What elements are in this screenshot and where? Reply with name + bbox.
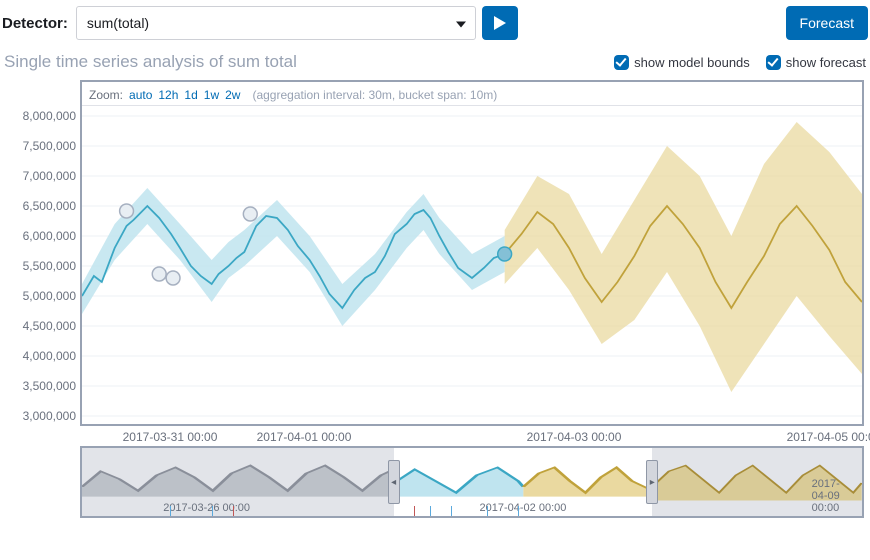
nav-anomaly-ticks [394, 502, 653, 516]
x-tick: 2017-04-05 00:00 [787, 430, 870, 444]
anomaly-marker[interactable] [152, 267, 166, 281]
nav-handle-left[interactable]: ◂ [388, 460, 400, 504]
range-navigator[interactable]: 2017-03-26 00:00 2017-04-02 00:00 [80, 446, 864, 518]
nav-segment-past: 2017-03-26 00:00 [80, 446, 394, 518]
forecast-bounds-band [505, 122, 862, 392]
zoom-auto[interactable]: auto [129, 88, 152, 102]
detector-select-wrap [76, 6, 476, 40]
page-title: Single time series analysis of sum total [4, 52, 297, 72]
toolbar: Detector: Forecast [2, 4, 868, 46]
y-tick: 7,500,000 [23, 139, 76, 153]
subtitle-row: Single time series analysis of sum total… [2, 46, 868, 76]
show-forecast-toggle[interactable]: show forecast [766, 55, 866, 70]
anomaly-marker[interactable] [243, 207, 257, 221]
play-button[interactable] [482, 6, 518, 40]
play-icon [494, 16, 506, 30]
forecast-button[interactable]: Forecast [786, 6, 868, 40]
y-tick: 6,000,000 [23, 229, 76, 243]
aggregation-label: (aggregation interval: 30m, bucket span:… [252, 88, 497, 102]
anomaly-marker[interactable] [120, 204, 134, 218]
chart-svg [82, 106, 862, 424]
show-forecast-label: show forecast [786, 55, 866, 70]
y-tick: 4,000,000 [23, 349, 76, 363]
detector-select[interactable] [76, 6, 476, 40]
y-tick: 3,500,000 [23, 379, 76, 393]
zoom-1w[interactable]: 1w [204, 88, 219, 102]
y-tick: 5,000,000 [23, 289, 76, 303]
main-chart[interactable]: Zoom: auto 12h 1d 1w 2w (aggregation int… [80, 80, 864, 426]
chart-area: 8,000,000 7,500,000 7,000,000 6,500,000 … [4, 80, 866, 526]
zoom-1d[interactable]: 1d [184, 88, 197, 102]
nav-anomaly-ticks [652, 502, 862, 516]
x-tick: 2017-04-01 00:00 [257, 430, 352, 444]
nav-segment-selected: 2017-04-02 00:00 [394, 446, 653, 518]
y-tick: 8,000,000 [23, 109, 76, 123]
nav-date: 2017-03-26 00:00 [163, 502, 250, 514]
checkbox-checked-icon [766, 55, 781, 70]
x-tick: 2017-03-31 00:00 [123, 430, 218, 444]
zoom-12h[interactable]: 12h [158, 88, 178, 102]
show-model-bounds-toggle[interactable]: show model bounds [614, 55, 750, 70]
zoom-2w[interactable]: 2w [225, 88, 240, 102]
show-model-bounds-label: show model bounds [634, 55, 750, 70]
y-tick: 7,000,000 [23, 169, 76, 183]
chevron-right-icon: ▸ [650, 477, 655, 488]
chart-toggles: show model bounds show forecast [614, 55, 866, 70]
zoom-controls: Zoom: auto 12h 1d 1w 2w (aggregation int… [82, 82, 862, 106]
x-tick: 2017-04-03 00:00 [527, 430, 622, 444]
nav-handle-right[interactable]: ▸ [646, 460, 658, 504]
checkbox-checked-icon [614, 55, 629, 70]
nav-segment-future: 2017-04-09 00:00 [652, 446, 864, 518]
forecast-split-marker[interactable] [498, 247, 512, 261]
detector-label: Detector: [2, 15, 68, 32]
y-tick: 3,000,000 [23, 409, 76, 423]
zoom-label: Zoom: [89, 88, 123, 102]
y-tick: 6,500,000 [23, 199, 76, 213]
anomaly-marker[interactable] [166, 271, 180, 285]
chevron-left-icon: ◂ [391, 477, 396, 488]
y-tick: 4,500,000 [23, 319, 76, 333]
y-tick: 5,500,000 [23, 259, 76, 273]
